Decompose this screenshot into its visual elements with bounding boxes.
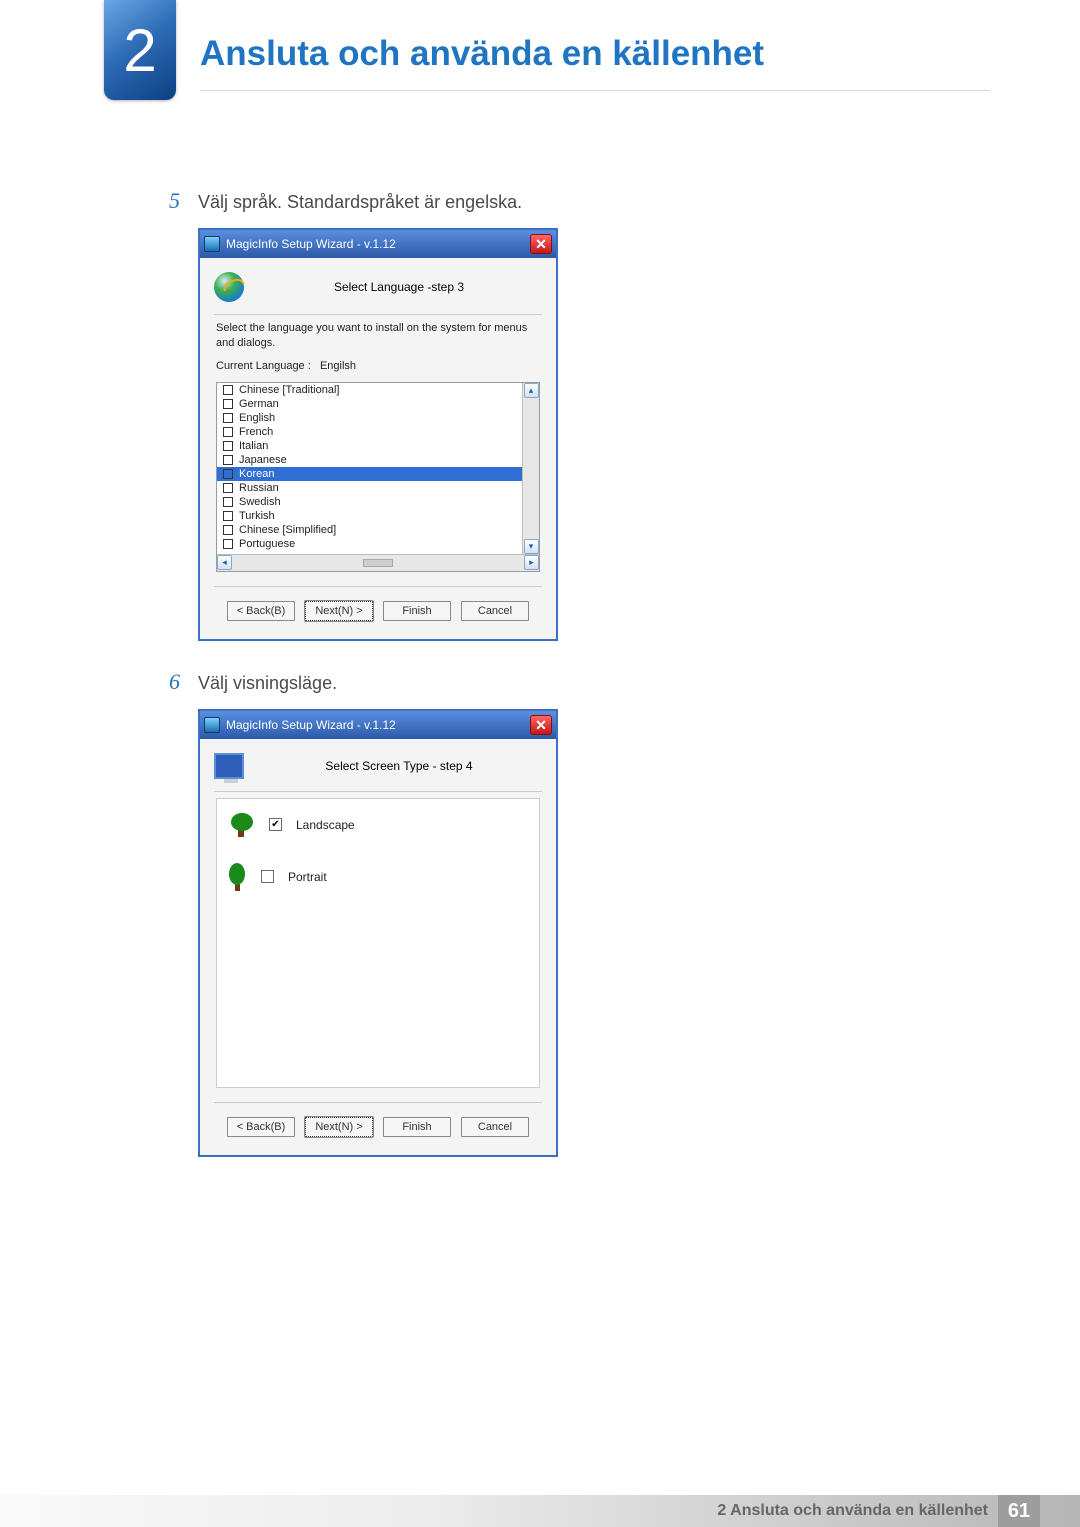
globe-icon xyxy=(214,272,244,302)
language-item[interactable]: Russian xyxy=(217,481,522,495)
checkbox-icon[interactable] xyxy=(223,469,233,479)
title-rule xyxy=(200,90,990,91)
step-text: Välj visningsläge. xyxy=(198,669,337,695)
language-item[interactable]: French xyxy=(217,425,522,439)
language-label: Portuguese xyxy=(239,538,295,550)
checkbox-icon[interactable] xyxy=(223,427,233,437)
language-label: Japanese xyxy=(239,454,287,466)
portrait-tree-icon xyxy=(229,863,247,891)
language-label: Swedish xyxy=(239,496,281,508)
panel-title: Select Screen Type - step 4 xyxy=(256,759,542,773)
vertical-scrollbar[interactable]: ▴ ▾ xyxy=(522,383,539,554)
language-label: English xyxy=(239,412,275,424)
language-item[interactable]: Chinese [Simplified] xyxy=(217,523,522,537)
option-portrait[interactable]: Portrait xyxy=(229,863,527,891)
language-item[interactable]: Italian xyxy=(217,439,522,453)
back-button[interactable]: < Back(B) xyxy=(227,1117,295,1137)
dialog-select-language: MagicInfo Setup Wizard - v.1.12 ✕ Select… xyxy=(198,228,558,641)
page-footer: 2 Ansluta och använda en källenhet 61 xyxy=(0,1495,1080,1527)
horizontal-scrollbar[interactable]: ◂ ▸ xyxy=(217,554,539,571)
page-number: 61 xyxy=(998,1495,1040,1527)
app-icon xyxy=(204,717,220,733)
checkbox-icon[interactable] xyxy=(223,455,233,465)
checkbox-icon[interactable] xyxy=(223,539,233,549)
cancel-button[interactable]: Cancel xyxy=(461,1117,529,1137)
language-label: Chinese [Traditional] xyxy=(239,384,339,396)
portrait-label: Portrait xyxy=(288,870,327,884)
option-landscape[interactable]: Landscape xyxy=(229,813,527,837)
language-item[interactable]: German xyxy=(217,397,522,411)
dialog-title: MagicInfo Setup Wizard - v.1.12 xyxy=(226,237,530,251)
landscape-tree-icon xyxy=(229,813,255,837)
step-number: 6 xyxy=(160,669,180,695)
language-label: Chinese [Simplified] xyxy=(239,524,336,536)
checkbox-icon[interactable] xyxy=(223,511,233,521)
next-button[interactable]: Next(N) > xyxy=(305,1117,373,1137)
language-label: Korean xyxy=(239,468,274,480)
current-language: Current Language : Engilsh xyxy=(208,359,548,382)
checkbox-icon[interactable] xyxy=(223,441,233,451)
step-6: 6 Välj visningsläge. xyxy=(160,669,950,695)
scroll-left-icon[interactable]: ◂ xyxy=(217,555,232,570)
language-label: Italian xyxy=(239,440,268,452)
scroll-down-icon[interactable]: ▾ xyxy=(524,539,539,554)
landscape-label: Landscape xyxy=(296,818,355,832)
panel-title: Select Language -step 3 xyxy=(256,280,542,294)
language-listbox[interactable]: Chinese [Traditional] German English French… xyxy=(216,382,540,572)
cancel-button[interactable]: Cancel xyxy=(461,601,529,621)
checkbox-icon[interactable] xyxy=(223,413,233,423)
checkbox-icon[interactable] xyxy=(223,385,233,395)
close-button[interactable]: ✕ xyxy=(530,234,552,254)
language-label: Turkish xyxy=(239,510,275,522)
app-icon xyxy=(204,236,220,252)
language-label: German xyxy=(239,398,279,410)
scroll-right-icon[interactable]: ▸ xyxy=(524,555,539,570)
checkbox-icon[interactable] xyxy=(223,497,233,507)
language-item[interactable]: Swedish xyxy=(217,495,522,509)
titlebar: MagicInfo Setup Wizard - v.1.12 ✕ xyxy=(200,230,556,258)
dialog-title: MagicInfo Setup Wizard - v.1.12 xyxy=(226,718,530,732)
step-5: 5 Välj språk. Standardspråket är engelsk… xyxy=(160,188,950,214)
chapter-tab: 2 xyxy=(104,0,176,100)
language-item[interactable]: Korean xyxy=(217,467,522,481)
orientation-panel: Landscape Portrait xyxy=(216,798,540,1088)
step-text: Välj språk. Standardspråket är engelska. xyxy=(198,188,522,214)
scroll-up-icon[interactable]: ▴ xyxy=(524,383,539,398)
dialog-screen-type: MagicInfo Setup Wizard - v.1.12 ✕ Select… xyxy=(198,709,558,1157)
portrait-checkbox[interactable] xyxy=(261,870,274,883)
language-item[interactable]: Turkish xyxy=(217,509,522,523)
step-number: 5 xyxy=(160,188,180,214)
instruction-text: Select the language you want to install … xyxy=(208,321,548,359)
footer-text: 2 Ansluta och använda en källenhet xyxy=(717,1502,988,1520)
checkbox-icon[interactable] xyxy=(223,525,233,535)
language-item[interactable]: English xyxy=(217,411,522,425)
language-item[interactable]: Portuguese xyxy=(217,537,522,551)
chapter-number: 2 xyxy=(123,16,156,85)
landscape-checkbox[interactable] xyxy=(269,818,282,831)
next-button[interactable]: Next(N) > xyxy=(305,601,373,621)
language-item[interactable]: Japanese xyxy=(217,453,522,467)
checkbox-icon[interactable] xyxy=(223,483,233,493)
checkbox-icon[interactable] xyxy=(223,399,233,409)
monitor-icon xyxy=(214,753,244,779)
titlebar: MagicInfo Setup Wizard - v.1.12 ✕ xyxy=(200,711,556,739)
finish-button[interactable]: Finish xyxy=(383,1117,451,1137)
finish-button[interactable]: Finish xyxy=(383,601,451,621)
language-item[interactable]: Chinese [Traditional] xyxy=(217,383,522,397)
chapter-title: Ansluta och använda en källenhet xyxy=(200,34,764,74)
back-button[interactable]: < Back(B) xyxy=(227,601,295,621)
language-label: Russian xyxy=(239,482,279,494)
close-button[interactable]: ✕ xyxy=(530,715,552,735)
language-label: French xyxy=(239,426,273,438)
